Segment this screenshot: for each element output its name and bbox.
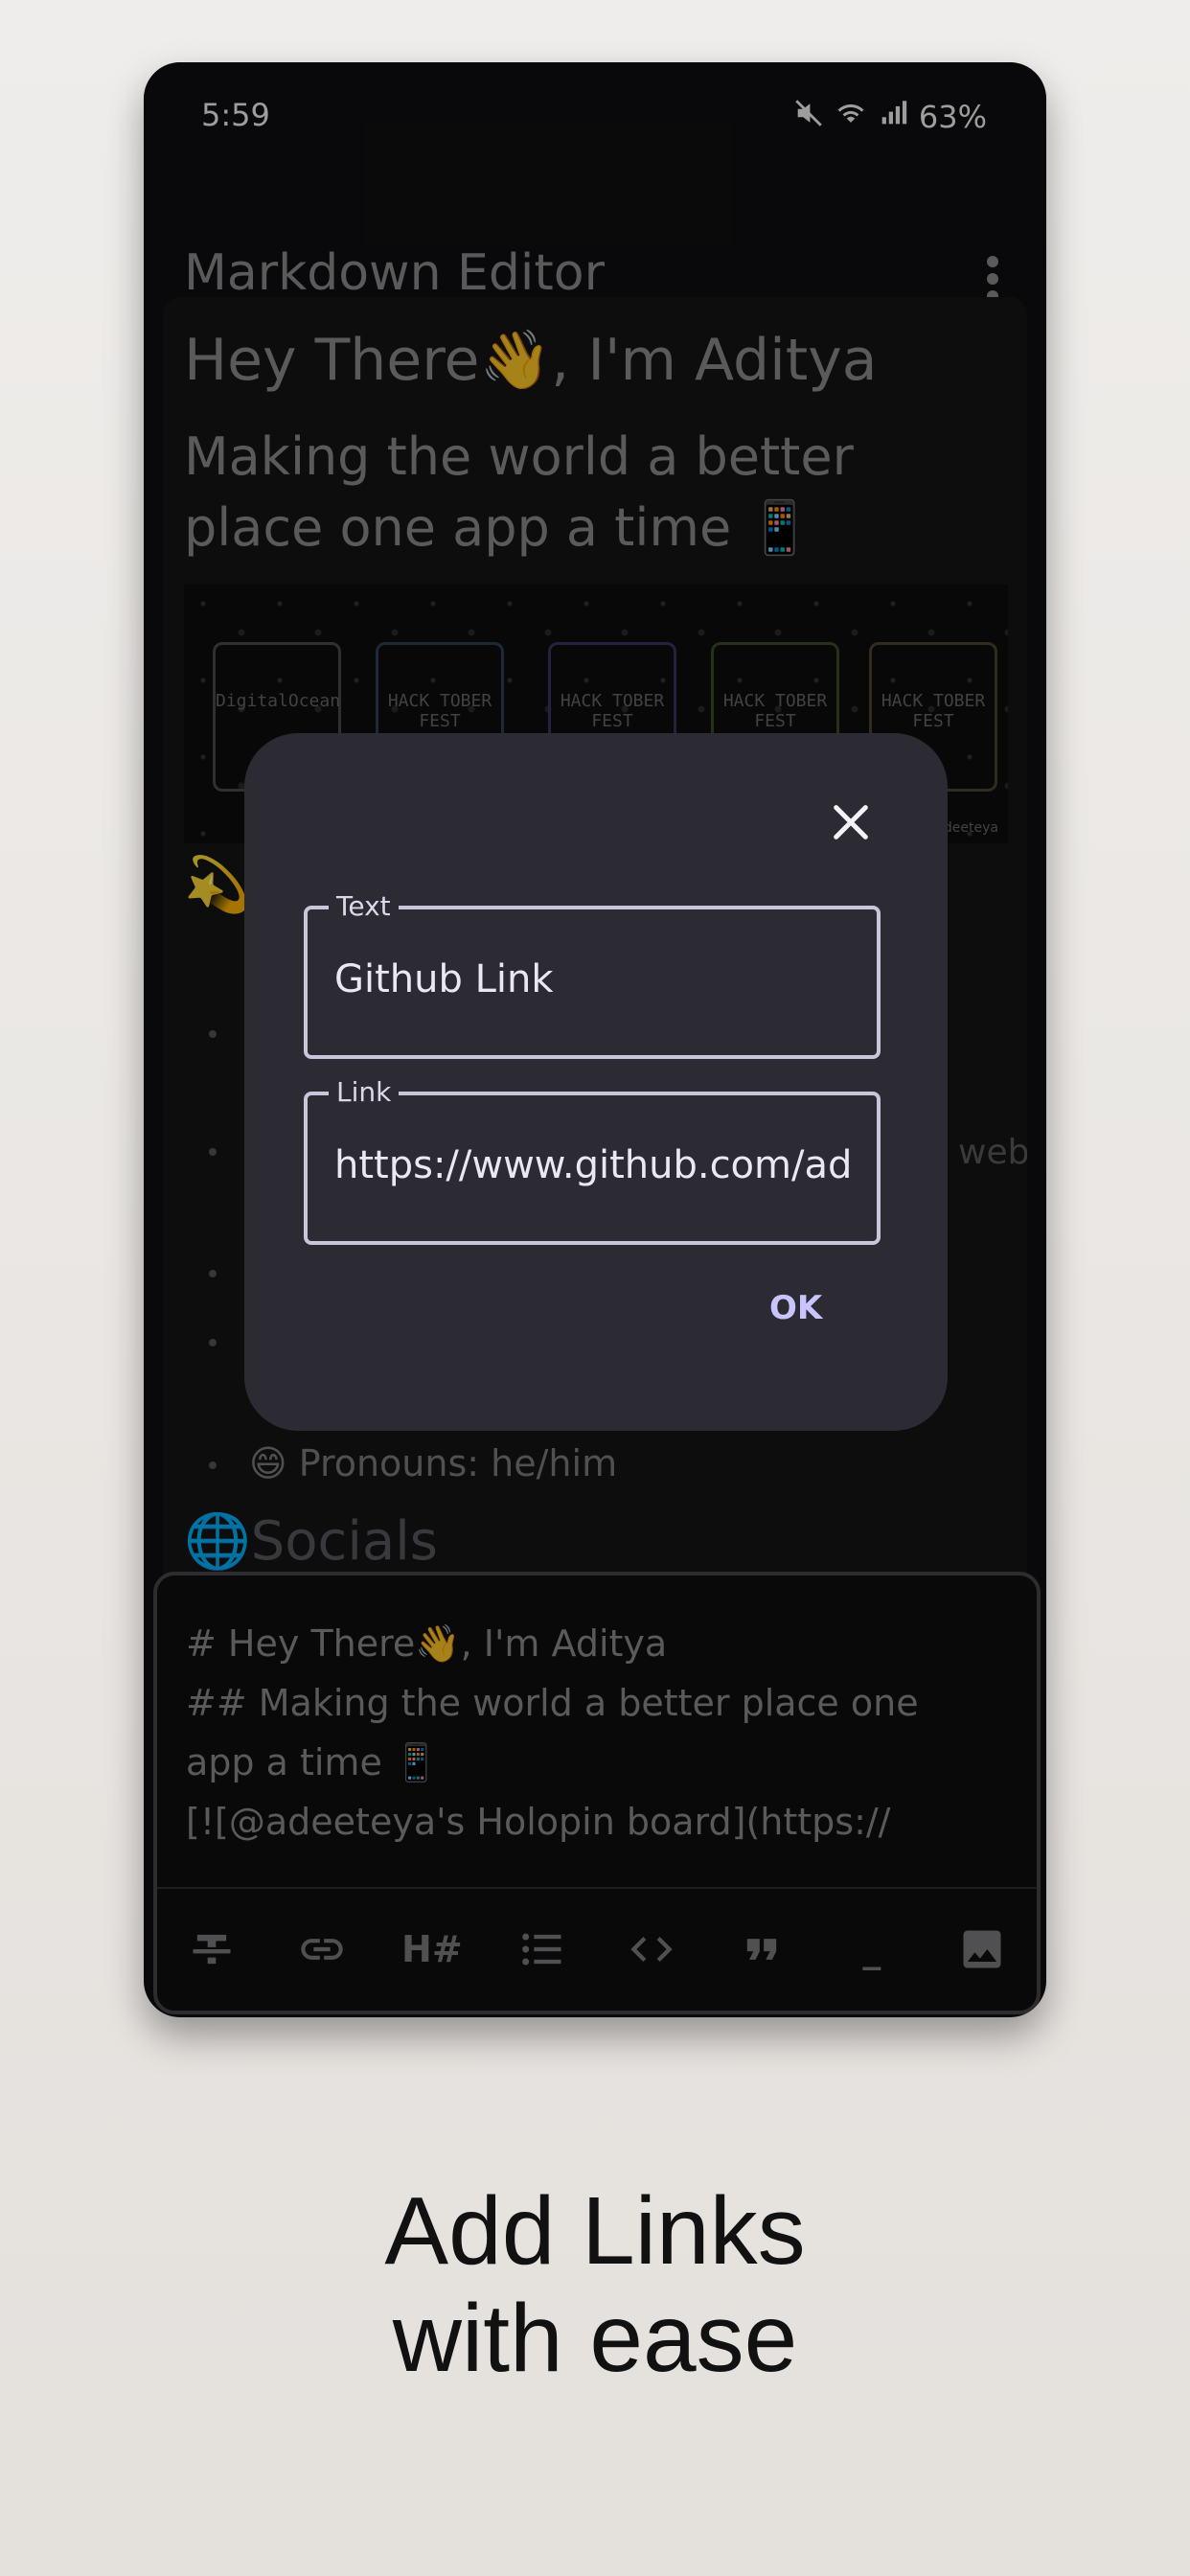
- text-field-label: Text: [329, 890, 399, 922]
- add-link-dialog: Text Github Link Link https://www.github…: [244, 733, 948, 1431]
- text-field-value[interactable]: Github Link: [334, 957, 857, 1001]
- text-field[interactable]: Text Github Link: [304, 890, 881, 1059]
- link-field-value[interactable]: https://www.github.com/ad: [334, 1143, 857, 1187]
- caption-line-1: Add Links: [384, 2177, 806, 2285]
- caption: Add Links with ease: [0, 2177, 1190, 2392]
- link-field[interactable]: Link https://www.github.com/ad: [304, 1076, 881, 1245]
- caption-line-2: with ease: [392, 2285, 798, 2392]
- phone-frame: 5:59 63% Markdown Editor Hey There👋, I'm…: [144, 62, 1046, 2017]
- close-icon[interactable]: [829, 800, 873, 844]
- ok-button[interactable]: OK: [769, 1289, 822, 1327]
- link-field-label: Link: [329, 1076, 400, 1108]
